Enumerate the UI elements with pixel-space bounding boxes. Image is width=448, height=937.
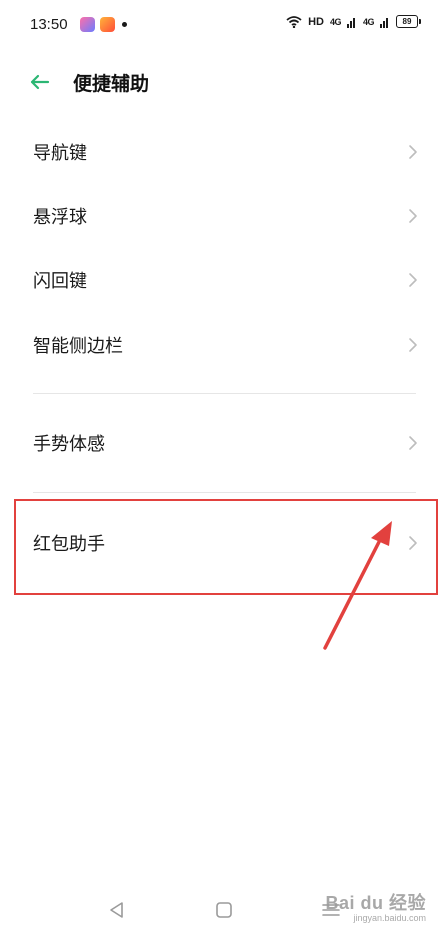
back-triangle-icon <box>110 902 123 918</box>
menu-item-smart-sidebar[interactable]: 智能侧边栏 <box>0 313 448 377</box>
signal-bars-icon-2 <box>380 17 388 28</box>
home-square-icon <box>216 902 232 918</box>
menu-item-label: 智能侧边栏 <box>33 336 123 357</box>
section-divider <box>33 393 416 394</box>
signal-1-label: 4G <box>329 16 342 27</box>
chevron-right-icon <box>409 209 417 223</box>
page-header: 便捷辅助 <box>0 56 448 108</box>
nav-home-button[interactable] <box>211 897 237 923</box>
nav-back-button[interactable] <box>104 897 130 923</box>
section-divider <box>33 492 416 493</box>
chevron-right-icon <box>409 338 417 352</box>
chevron-right-icon <box>409 273 417 287</box>
menu-item-gesture-motion[interactable]: 手势体感 <box>0 411 448 475</box>
back-button[interactable] <box>26 68 54 96</box>
arrow-left-icon <box>30 74 50 90</box>
status-time: 13:50 <box>30 16 68 33</box>
menu-item-red-packet-assistant[interactable]: 红包助手 <box>0 511 448 575</box>
app-notification-icon <box>80 17 95 32</box>
baidu-watermark: Bai du 经验 jingyan.baidu.com <box>325 889 426 923</box>
menu-item-label: 闪回键 <box>33 271 87 292</box>
system-nav-bar: Bai du 经验 jingyan.baidu.com <box>0 885 448 937</box>
page-title: 便捷辅助 <box>73 73 150 95</box>
wifi-icon <box>286 15 302 28</box>
app-notification-icon-2 <box>100 17 115 32</box>
menu-item-floating-ball[interactable]: 悬浮球 <box>0 184 448 248</box>
chevron-right-icon <box>409 536 417 550</box>
hd-label: HD <box>308 15 324 28</box>
status-indicators: HD 4G 4G 89 <box>286 15 421 28</box>
menu-item-label: 悬浮球 <box>33 207 87 228</box>
more-notifications-dot-icon <box>122 22 127 27</box>
menu-item-label: 导航键 <box>33 143 87 164</box>
chevron-right-icon <box>409 436 417 450</box>
chevron-right-icon <box>409 145 417 159</box>
menu-item-label: 手势体感 <box>33 434 105 455</box>
menu-item-label: 红包助手 <box>33 534 105 555</box>
menu-item-flashback-key[interactable]: 闪回键 <box>0 248 448 312</box>
battery-icon: 89 <box>396 15 421 28</box>
menu-item-navigation-keys[interactable]: 导航键 <box>0 120 448 184</box>
status-bar: 13:50 HD 4G 4G 89 <box>0 0 448 52</box>
signal-2-label: 4G <box>362 16 375 27</box>
signal-bars-icon <box>346 17 355 28</box>
watermark-main: Bai du 经验 <box>325 893 426 913</box>
